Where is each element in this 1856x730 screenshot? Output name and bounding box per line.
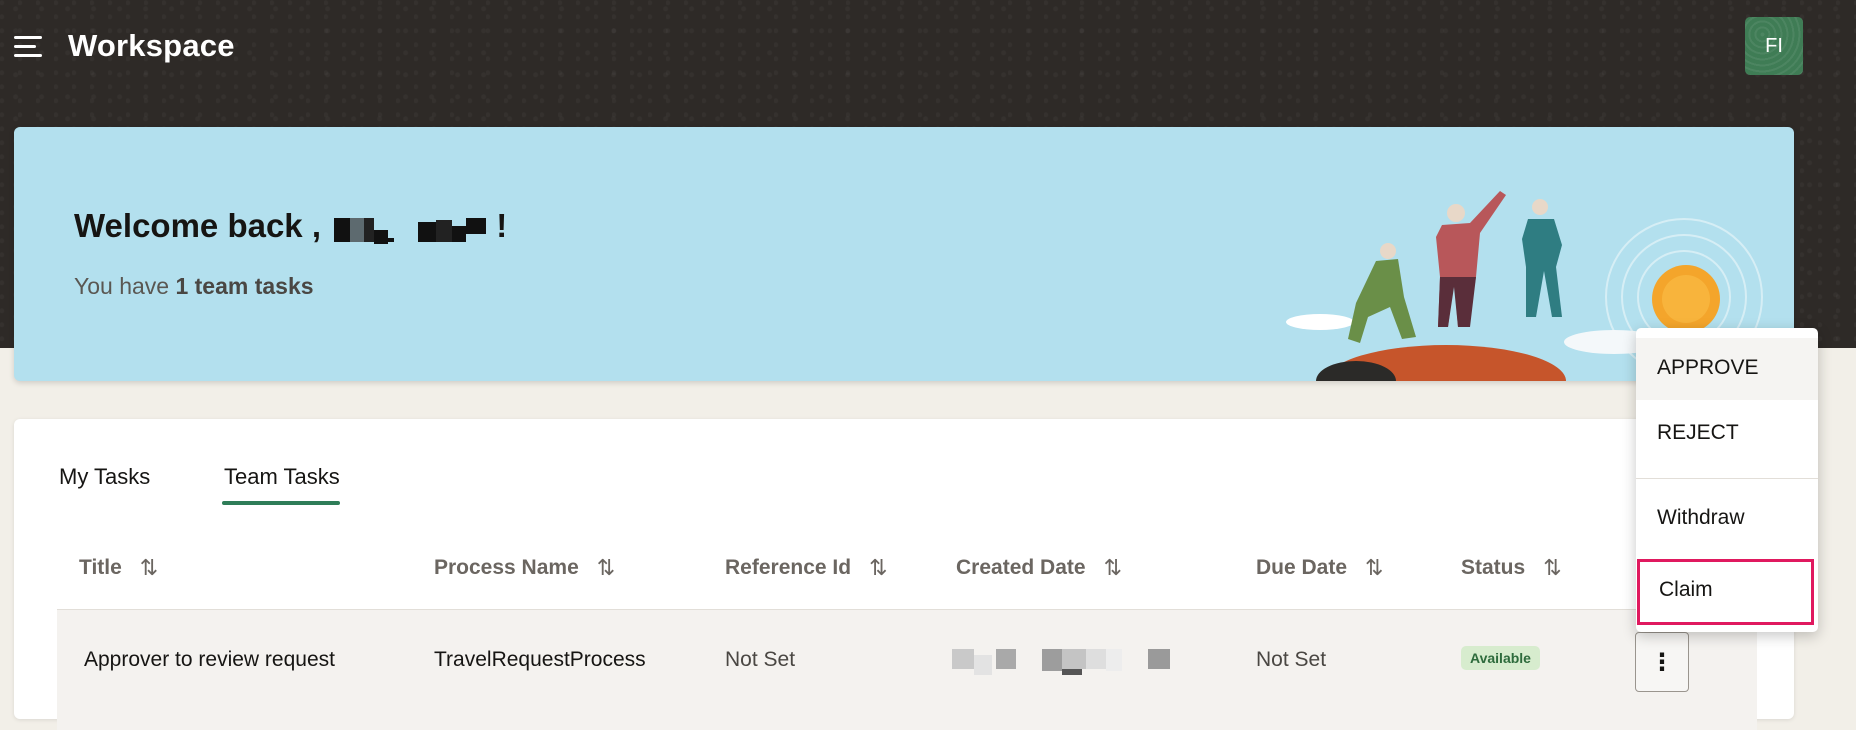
column-label: Due Date: [1256, 556, 1348, 579]
menu-item-withdraw[interactable]: Withdraw: [1636, 488, 1818, 550]
row-actions-kebab-icon[interactable]: ⋮: [1635, 632, 1689, 692]
tab-my-tasks[interactable]: My Tasks: [59, 464, 150, 490]
column-label: Title: [79, 556, 122, 579]
hamburger-menu-icon[interactable]: [14, 34, 46, 60]
subtext-count: 1 team tasks: [175, 273, 314, 299]
column-header-process-name[interactable]: Process Name ⇅: [434, 555, 615, 581]
cell-due-date: Not Set: [1256, 648, 1327, 671]
row-actions-menu: APPROVE REJECT Withdraw Claim: [1636, 328, 1818, 632]
cell-title[interactable]: Approver to review request: [84, 648, 335, 672]
welcome-heading: Welcome back , !: [74, 207, 507, 245]
tasks-panel: My Tasks Team Tasks Title ⇅ Process Name ⇅…: [14, 419, 1794, 730]
menu-divider: [1636, 478, 1818, 479]
sort-icon[interactable]: ⇅: [1104, 555, 1122, 581]
user-avatar[interactable]: FI: [1745, 17, 1803, 75]
column-label: Reference Id: [725, 556, 852, 579]
menu-item-label: APPROVE: [1657, 356, 1759, 379]
cell-reference-id: Not Set: [725, 648, 796, 671]
column-header-due-date[interactable]: Due Date ⇅: [1256, 555, 1383, 581]
menu-item-reject[interactable]: REJECT: [1636, 403, 1818, 465]
app-title: Workspace: [68, 28, 235, 63]
welcome-banner: Welcome back , ! You have 1 team tasks: [14, 127, 1794, 381]
column-header-status[interactable]: Status ⇅: [1461, 555, 1562, 581]
tab-team-tasks[interactable]: Team Tasks: [224, 464, 340, 490]
menu-item-claim[interactable]: Claim: [1637, 559, 1814, 625]
redacted-name: [330, 214, 496, 245]
sort-icon[interactable]: ⇅: [597, 555, 615, 581]
sort-icon[interactable]: ⇅: [869, 555, 887, 581]
menu-item-label: REJECT: [1657, 421, 1739, 444]
active-tab-indicator: [222, 501, 340, 505]
cell-process-name: TravelRequestProcess: [434, 648, 646, 671]
welcome-prefix: Welcome back ,: [74, 207, 322, 244]
column-label: Status: [1461, 556, 1526, 579]
menu-item-approve[interactable]: APPROVE: [1636, 338, 1818, 400]
subtext-prefix: You have: [74, 273, 176, 299]
team-task-count: You have 1 team tasks: [74, 273, 314, 300]
column-label: Process Name: [434, 556, 579, 579]
redacted-created-date: [952, 649, 1170, 675]
sort-icon[interactable]: ⇅: [1365, 555, 1383, 581]
status-badge: Available: [1461, 646, 1540, 670]
sort-icon[interactable]: ⇅: [1543, 555, 1561, 581]
menu-item-label: Withdraw: [1657, 506, 1745, 529]
welcome-suffix: !: [496, 207, 508, 244]
column-header-created-date[interactable]: Created Date ⇅: [956, 555, 1122, 581]
column-header-reference-id[interactable]: Reference Id ⇅: [725, 555, 888, 581]
column-label: Created Date: [956, 556, 1086, 579]
column-header-title[interactable]: Title ⇅: [79, 555, 158, 581]
sort-icon[interactable]: ⇅: [140, 555, 158, 581]
menu-item-label: Claim: [1659, 578, 1713, 601]
